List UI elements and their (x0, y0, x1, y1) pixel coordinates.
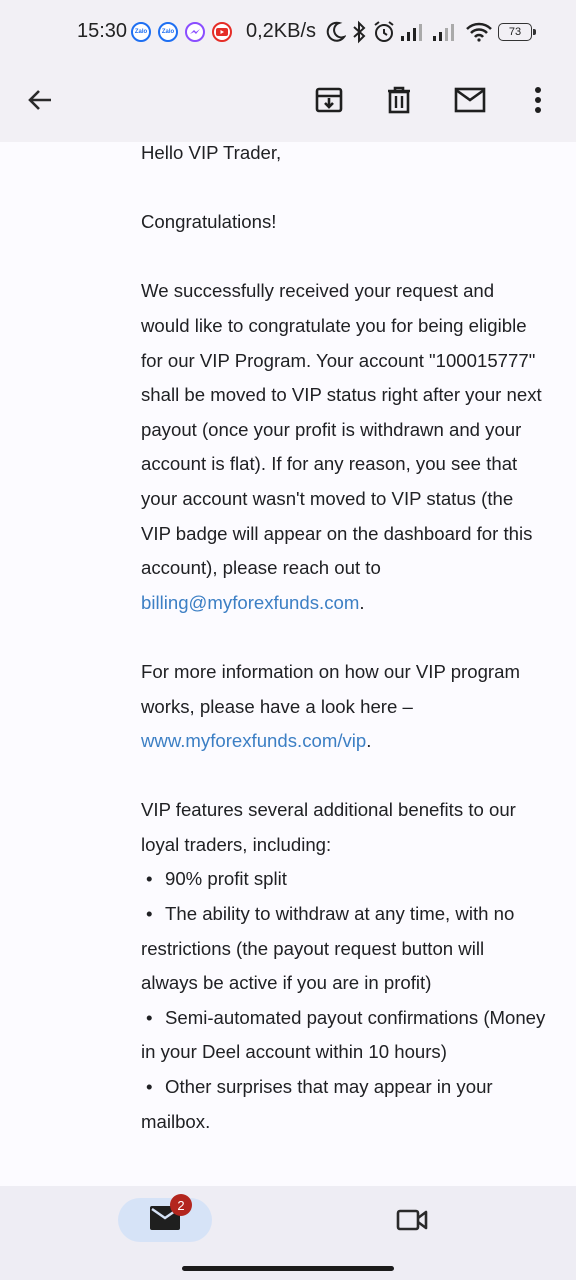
delete-button[interactable] (373, 76, 425, 128)
paragraph-text: For more information on how our VIP prog… (141, 660, 520, 717)
network-speed: 0,2KB/s (246, 20, 317, 42)
zalo-icon: Zalo (131, 22, 151, 42)
list-item: • Other surprises that may appear in your… (141, 1076, 493, 1132)
list-item: • The ability to withdraw at any time, wi… (141, 903, 515, 994)
status-bar: 15:30 Zalo Zalo 0,2KB/s 73 (0, 0, 576, 64)
dnd-moon-icon (326, 21, 347, 48)
youtube-icon (212, 22, 232, 47)
billing-email-link[interactable]: billing@myforexfunds.com (141, 592, 359, 613)
signal-icon (433, 22, 461, 47)
congratulations-text: Congratulations! (141, 211, 277, 233)
alarm-icon (373, 20, 395, 49)
back-button[interactable] (14, 76, 66, 128)
paragraph-text: We successfully received your request an… (141, 280, 542, 579)
home-gesture-bar[interactable] (182, 1266, 394, 1271)
zalo-icon: Zalo (158, 22, 178, 42)
vip-page-link[interactable]: www.myforexfunds.com/vip (141, 730, 366, 751)
clock: 15:30 (77, 20, 128, 42)
mark-unread-icon (454, 87, 486, 118)
more-vert-icon (534, 86, 542, 119)
archive-button[interactable] (303, 76, 355, 128)
list-item: • Semi-automated payout confirmations (Mo… (141, 1006, 546, 1063)
paragraph-benefits: VIP features several additional benefits… (141, 799, 516, 855)
mark-unread-button[interactable] (444, 76, 496, 128)
battery-indicator: 73 (498, 23, 536, 41)
back-arrow-icon (26, 86, 54, 119)
signal-icon (401, 22, 429, 47)
email-body: Hello VIP Trader, Congratulations! We su… (141, 136, 546, 1139)
more-options-button[interactable] (512, 76, 564, 128)
messenger-icon (185, 22, 205, 47)
email-toolbar (0, 64, 576, 142)
greeting: Hello VIP Trader, (141, 142, 282, 163)
delete-icon (385, 85, 413, 120)
bluetooth-icon (351, 20, 367, 49)
paragraph-vip-status: We successfully received your request an… (141, 280, 542, 613)
wifi-icon (466, 22, 492, 47)
nav-meet-tab[interactable] (386, 1200, 438, 1244)
paragraph-more-info: For more information on how our VIP prog… (141, 660, 520, 752)
video-camera-icon (396, 1208, 428, 1237)
list-item: • 90% profit split (146, 868, 287, 890)
unread-count-badge: 2 (170, 1194, 192, 1216)
nav-mail-tab[interactable]: 2 (118, 1194, 212, 1242)
archive-icon (314, 85, 344, 120)
